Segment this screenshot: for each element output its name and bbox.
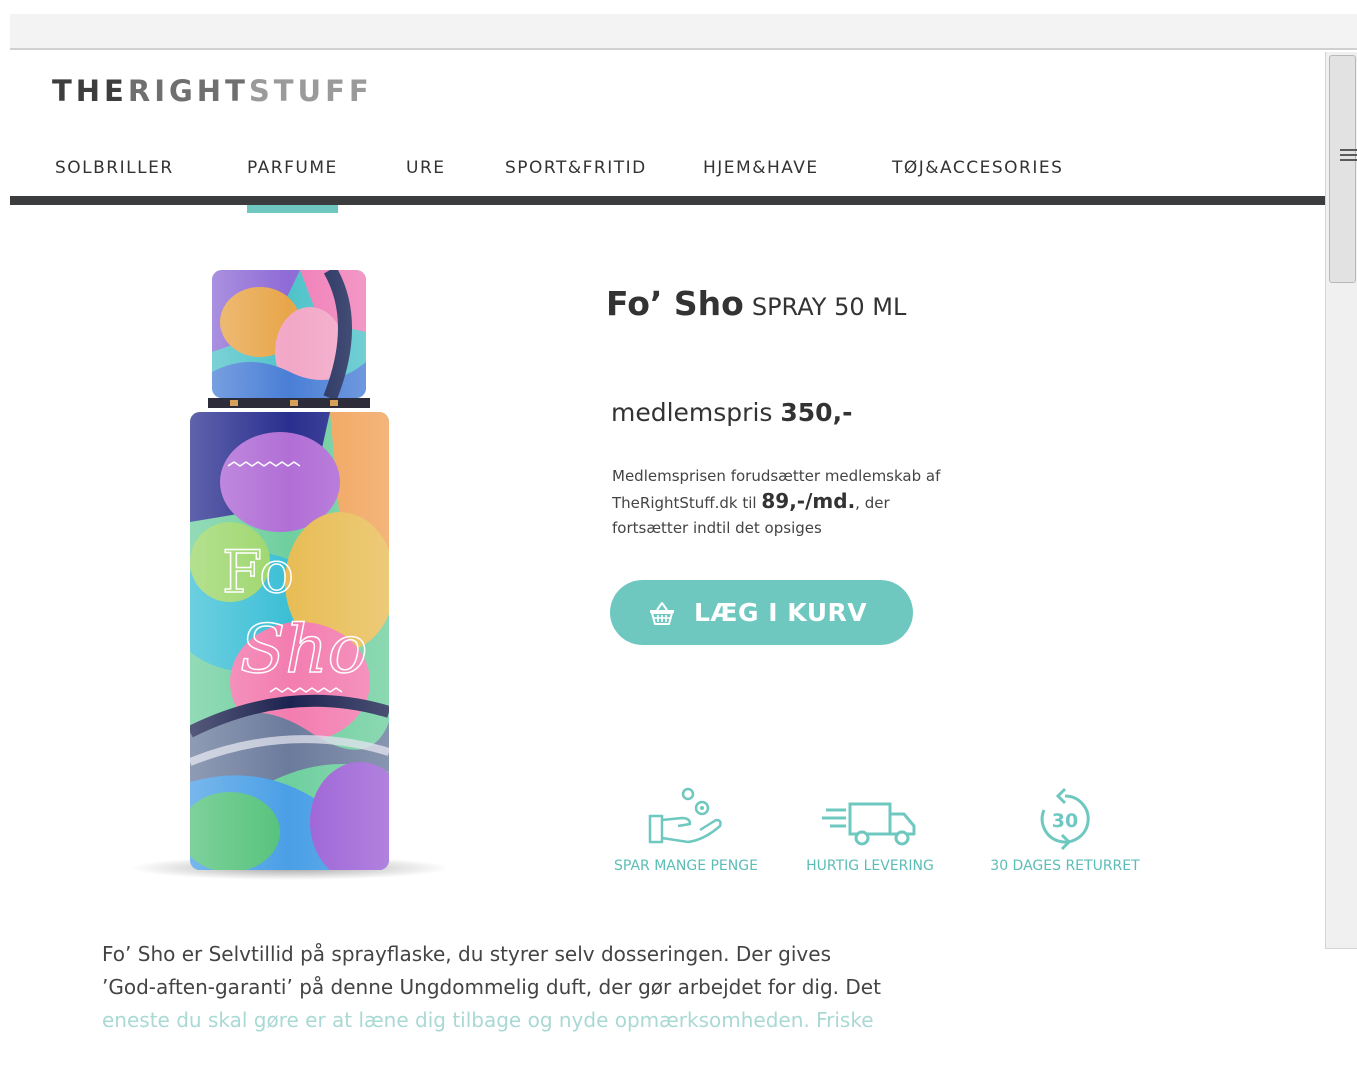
browser-top-strip [10, 14, 1357, 50]
product-name: Fo’ Sho [606, 284, 744, 323]
feature-30-day-return-label: 30 DAGES RETURRET [990, 858, 1140, 874]
return-30-icon: 30 [1040, 787, 1090, 851]
nav-item-hjem-have[interactable]: HJEM&HAVE [703, 158, 819, 178]
logo-part-stuff: STUFF [248, 74, 373, 108]
nav-active-indicator [247, 205, 338, 213]
feature-fast-delivery: HURTIG LEVERING [790, 786, 950, 874]
member-price: medlemspris 350,- [611, 398, 852, 427]
add-to-cart-button[interactable]: LÆG I KURV [610, 580, 913, 645]
vertical-scrollbar[interactable] [1325, 52, 1357, 949]
product-title: Fo’ Sho SPRAY 50 ML [606, 284, 906, 323]
scrollbar-grip-icon [1340, 149, 1357, 163]
product-size: SPRAY 50 ML [751, 293, 907, 321]
site-logo[interactable]: THERIGHTSTUFF [52, 74, 373, 108]
page-frame: THERIGHTSTUFF SOLBRILLER PARFUME URE SPO… [10, 52, 1325, 1067]
svg-text:30: 30 [1052, 810, 1078, 832]
logo-part-right: RIGHT [127, 74, 249, 108]
feature-fast-delivery-label: HURTIG LEVERING [806, 858, 934, 874]
nav-divider-bar [10, 196, 1325, 205]
fast-truck-icon [822, 802, 916, 846]
description-line: eneste du skal gøre er at læne dig tilba… [102, 1008, 874, 1032]
description-line: ’God-aften-garanti’ på denne Ungdommelig… [102, 975, 881, 999]
svg-text:Fo: Fo [222, 538, 294, 606]
product-description: Fo’ Sho er Selvtillid på sprayflaske, du… [102, 938, 972, 1037]
nav-item-sport-fritid[interactable]: SPORT&FRITID [505, 158, 647, 178]
feature-save-money-label: SPAR MANGE PENGE [614, 858, 758, 874]
description-line: Fo’ Sho er Selvtillid på sprayflaske, du… [102, 942, 831, 966]
price-label: medlemspris [611, 398, 773, 427]
add-to-cart-label: LÆG I KURV [694, 598, 868, 627]
nav-item-parfume[interactable]: PARFUME [247, 158, 338, 178]
feature-save-money: SPAR MANGE PENGE [606, 786, 766, 874]
nav-item-ure[interactable]: URE [406, 158, 446, 178]
logo-part-the: THE [52, 74, 128, 108]
price-value: 350,- [780, 398, 853, 427]
membership-note: Medlemsprisen forudsætter medlemskab af … [612, 464, 962, 541]
nav-item-solbriller[interactable]: SOLBRILLER [55, 158, 174, 178]
membership-monthly-price: 89,-/md. [761, 489, 856, 513]
basket-icon [650, 602, 674, 625]
scrollbar-thumb[interactable] [1329, 55, 1357, 283]
hand-coins-icon [648, 787, 722, 844]
svg-text:Sho: Sho [240, 611, 367, 688]
feature-30-day-return: 30 30 DAGES RETURRET [985, 786, 1145, 874]
nav-item-toej-accesories[interactable]: TØJ&ACCESORIES [892, 158, 1063, 178]
product-image: Fo Sho [130, 262, 460, 892]
